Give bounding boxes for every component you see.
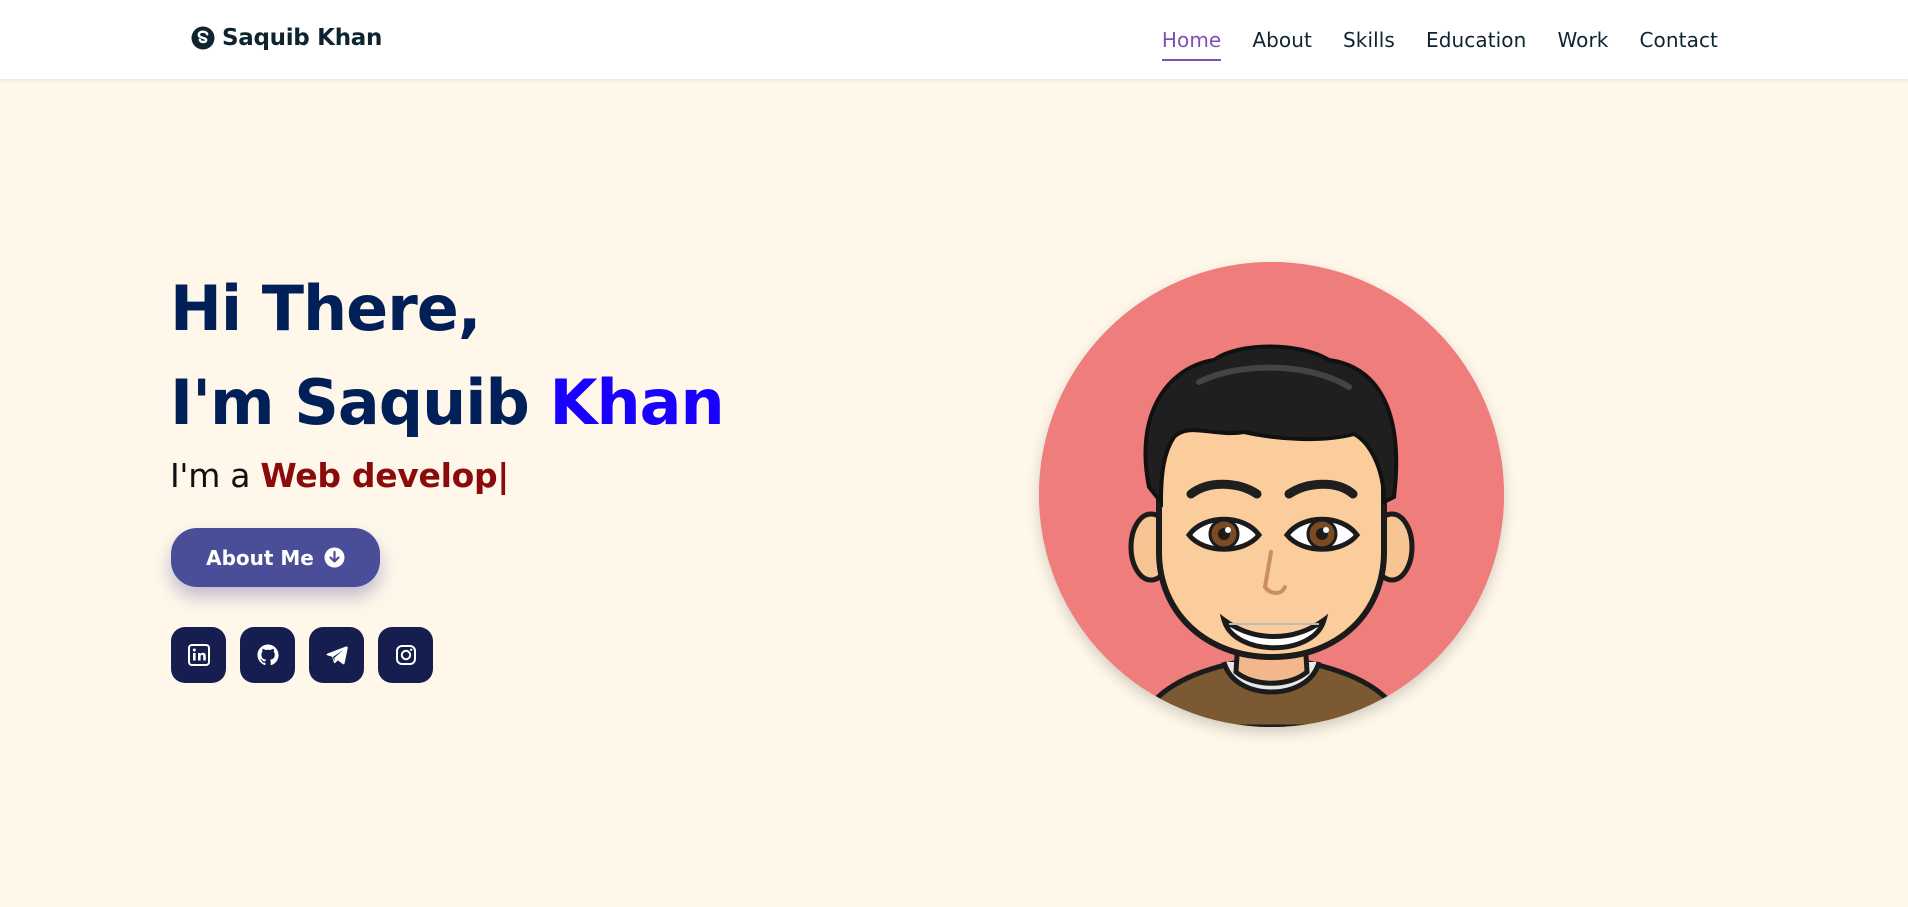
instagram-link[interactable] xyxy=(378,627,433,683)
greeting: Hi There, xyxy=(170,272,481,345)
about-me-button[interactable]: About Me xyxy=(171,528,380,587)
skype-s-icon xyxy=(191,26,215,50)
intro-prefix: I'm Saquib xyxy=(170,366,550,439)
intro-line: I'm Saquib Khan xyxy=(170,356,725,450)
telegram-link[interactable] xyxy=(309,627,364,683)
nav-contact[interactable]: Contact xyxy=(1639,0,1718,79)
profile-avatar xyxy=(1039,262,1504,727)
logo-text: Saquib Khan xyxy=(222,25,383,51)
nav-work[interactable]: Work xyxy=(1557,0,1608,79)
main-nav: Home About Skills Education Work Contact xyxy=(1161,0,1718,79)
intro-accent: Khan xyxy=(549,366,724,439)
hero-heading: Hi There, I'm Saquib Khan xyxy=(170,262,725,450)
social-links xyxy=(171,627,433,683)
cartoon-avatar-image xyxy=(1039,262,1504,727)
role-prefix: I'm a xyxy=(170,456,261,495)
role-line: I'm a Web develop| xyxy=(170,456,509,495)
typed-role: Web develop xyxy=(260,456,498,495)
github-icon xyxy=(257,644,279,666)
site-header: Saquib Khan Home About Skills Education … xyxy=(0,0,1908,79)
nav-skills[interactable]: Skills xyxy=(1343,0,1395,79)
github-link[interactable] xyxy=(240,627,295,683)
linkedin-link[interactable] xyxy=(171,627,226,683)
arrow-circle-down-icon xyxy=(324,547,345,568)
nav-home[interactable]: Home xyxy=(1161,0,1222,79)
telegram-icon xyxy=(326,646,348,665)
instagram-icon xyxy=(395,645,416,665)
logo-link[interactable]: Saquib Khan xyxy=(190,22,382,54)
nav-education[interactable]: Education xyxy=(1426,0,1526,79)
about-me-label: About Me xyxy=(206,545,314,570)
typing-cursor: | xyxy=(497,456,510,495)
linkedin-icon xyxy=(187,644,210,666)
nav-about[interactable]: About xyxy=(1252,0,1312,79)
